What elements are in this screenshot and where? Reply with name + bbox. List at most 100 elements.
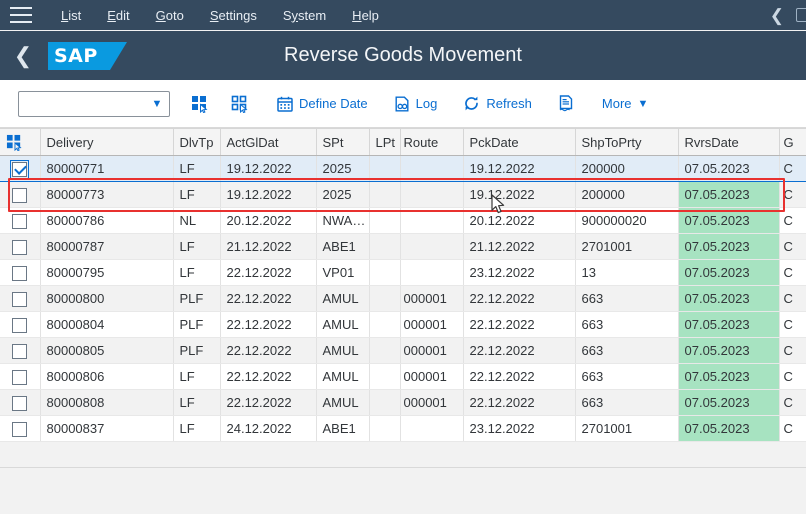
cell-delivery: 80000808 <box>40 389 174 416</box>
define-date-button[interactable]: Define Date <box>270 89 375 119</box>
cell-delivery: 80000800 <box>40 285 174 312</box>
menu-bar-right-actions: ❮ <box>758 7 806 24</box>
row-select-cell[interactable] <box>0 415 41 442</box>
table-row[interactable]: 80000804 PLF 22.12.2022 AMUL 000001 22.12.202… <box>0 311 806 338</box>
select-all-icon <box>6 133 23 151</box>
chevron-left-icon[interactable]: ❮ <box>758 7 796 24</box>
cell-g: C <box>779 233 806 260</box>
table-row[interactable]: 80000800 PLF 22.12.2022 AMUL 000001 22.12.202… <box>0 285 806 312</box>
column-header-delivery[interactable]: Delivery <box>40 128 174 156</box>
shell-bar: ❮ SAP Reverse Goods Movement <box>0 31 806 80</box>
row-checkbox[interactable] <box>12 421 28 437</box>
row-select-cell[interactable] <box>0 259 41 286</box>
cell-lpt <box>369 363 401 390</box>
row-checkbox[interactable] <box>12 317 28 333</box>
column-header-route[interactable]: Route <box>400 128 464 156</box>
cell-route <box>400 181 464 208</box>
cell-g: C <box>779 259 806 286</box>
cell-spt: NWA… <box>316 207 370 234</box>
table-row[interactable]: 80000795 LF 22.12.2022 VP01 23.12.2022 13 07.0… <box>0 259 806 286</box>
menu-item-help[interactable]: Help <box>339 8 392 23</box>
cell-g: C <box>779 285 806 312</box>
deselect-all-icon <box>231 95 249 113</box>
row-checkbox[interactable] <box>12 265 28 281</box>
row-select-cell[interactable] <box>0 389 41 416</box>
deliveries-table-container[interactable]: Delivery DlvTp ActGlDat SPt LPt Route Pc… <box>0 128 806 514</box>
hamburger-menu-icon[interactable] <box>10 7 32 23</box>
column-header-shptoprty[interactable]: ShpToPrty <box>575 128 679 156</box>
menu-item-goto[interactable]: Goto <box>143 8 197 23</box>
refresh-button[interactable]: Refresh <box>456 89 539 119</box>
table-row[interactable]: 80000808 LF 22.12.2022 AMUL 000001 22.12.2022… <box>0 389 806 416</box>
cell-pckdate: 23.12.2022 <box>463 415 576 442</box>
menu-item-settings[interactable]: Settings <box>197 8 270 23</box>
log-label: Log <box>415 96 438 111</box>
column-header-rvrsdate[interactable]: RvrsDate <box>678 128 780 156</box>
table-row[interactable]: 80000837 LF 24.12.2022 ABE1 23.12.2022 270100… <box>0 415 806 442</box>
row-select-cell[interactable] <box>0 285 41 312</box>
table-row[interactable]: 80000786 NL 20.12.2022 NWA… 20.12.2022 900000… <box>0 207 806 234</box>
cell-route: 000001 <box>400 311 464 338</box>
select-all-button[interactable] <box>184 89 216 119</box>
refresh-label: Refresh <box>486 96 532 111</box>
cell-delivery: 80000805 <box>40 337 174 364</box>
row-select-cell[interactable] <box>0 233 41 260</box>
deselect-all-button[interactable] <box>224 89 256 119</box>
cell-route: 000001 <box>400 285 464 312</box>
log-document-icon <box>394 96 410 112</box>
column-header-lpt[interactable]: LPt <box>369 128 401 156</box>
cell-actgldat: 22.12.2022 <box>220 285 317 312</box>
row-checkbox[interactable] <box>12 369 28 385</box>
cell-rvrsdate: 07.05.2023 <box>678 415 780 442</box>
window-square-icon[interactable] <box>796 8 806 22</box>
cell-shptoprty: 200000 <box>575 181 679 208</box>
cell-dlvtp: LF <box>173 155 221 182</box>
sap-logo[interactable]: SAP <box>48 41 127 70</box>
row-select-cell[interactable] <box>0 363 41 390</box>
table-row[interactable]: 80000805 PLF 22.12.2022 AMUL 000001 22.12.202… <box>0 337 806 364</box>
table-row[interactable]: 80000773 LF 19.12.2022 2025 19.12.2022 200000… <box>0 181 806 208</box>
cell-pckdate: 21.12.2022 <box>463 233 576 260</box>
cell-route <box>400 415 464 442</box>
back-button[interactable]: ❮ <box>0 44 46 67</box>
column-header-pckdate[interactable]: PckDate <box>463 128 576 156</box>
cell-spt: ABE1 <box>316 233 370 260</box>
more-button[interactable]: More ▼ <box>595 89 656 119</box>
row-select-cell[interactable] <box>0 311 41 338</box>
row-select-cell[interactable] <box>0 181 41 208</box>
log-button[interactable]: Log <box>387 89 445 119</box>
table-row[interactable]: 80000787 LF 21.12.2022 ABE1 21.12.2022 270100… <box>0 233 806 260</box>
layout-variant-input[interactable] <box>19 95 145 112</box>
table-row[interactable]: 80000771 LF 19.12.2022 2025 19.12.2022 200000… <box>0 155 806 182</box>
column-header-spt[interactable]: SPt <box>316 128 370 156</box>
column-header-actgldat[interactable]: ActGlDat <box>220 128 317 156</box>
row-checkbox[interactable] <box>12 343 28 359</box>
cell-dlvtp: LF <box>173 389 221 416</box>
menu-item-system[interactable]: System <box>270 8 339 23</box>
row-checkbox[interactable] <box>10 159 30 179</box>
menu-item-list[interactable]: List <box>48 8 94 23</box>
row-select-cell[interactable] <box>0 207 41 234</box>
cell-delivery: 80000773 <box>40 181 174 208</box>
deliveries-table: Delivery DlvTp ActGlDat SPt LPt Route Pc… <box>0 128 806 468</box>
layout-variant-combobox[interactable]: ▼ <box>18 90 170 117</box>
menu-item-edit[interactable]: Edit <box>94 8 142 23</box>
cell-delivery: 80000837 <box>40 415 174 442</box>
row-select-cell[interactable] <box>0 155 41 182</box>
cell-shptoprty: 2701001 <box>575 415 679 442</box>
row-checkbox[interactable] <box>12 187 28 203</box>
table-row[interactable]: 80000806 LF 22.12.2022 AMUL 000001 22.12.2022… <box>0 363 806 390</box>
column-header-dlvtp[interactable]: DlvTp <box>173 128 221 156</box>
row-select-cell[interactable] <box>0 337 41 364</box>
row-checkbox[interactable] <box>12 395 28 411</box>
detail-document-button[interactable] <box>551 89 581 119</box>
row-checkbox[interactable] <box>12 213 28 229</box>
chevron-down-icon[interactable]: ▼ <box>145 98 169 110</box>
cell-lpt <box>369 233 401 260</box>
column-header-g[interactable]: G <box>779 128 806 156</box>
row-checkbox[interactable] <box>12 291 28 307</box>
row-checkbox[interactable] <box>12 239 28 255</box>
select-all-column-header[interactable] <box>0 128 41 156</box>
cell-dlvtp: LF <box>173 259 221 286</box>
cell-lpt <box>369 415 401 442</box>
